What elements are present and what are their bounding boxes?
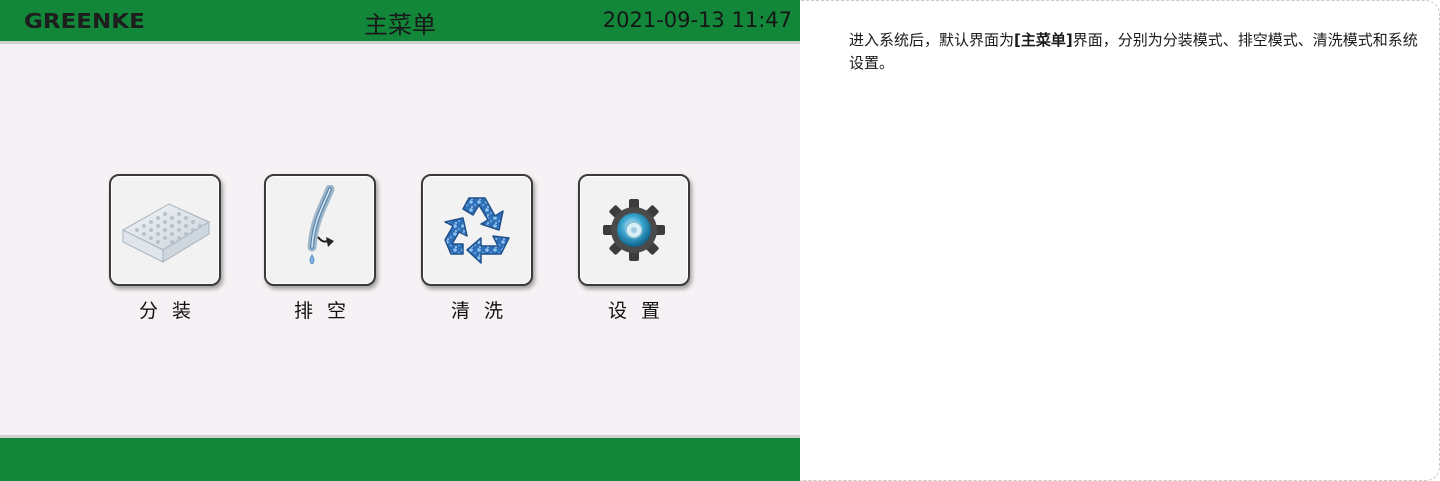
description-text: 进入系统后，默认界面为[主菜单]界面，分别为分装模式、排空模式、清洗模式和系统设… bbox=[849, 29, 1419, 75]
description-panel: 进入系统后，默认界面为[主菜单]界面，分别为分装模式、排空模式、清洗模式和系统设… bbox=[801, 0, 1440, 481]
drain-button[interactable] bbox=[264, 174, 376, 286]
tube-drain-icon bbox=[307, 185, 335, 265]
datetime-display: 2021-09-13 11:47 bbox=[602, 8, 792, 32]
header-bar: GREENKE 主菜单 2021-09-13 11:47 bbox=[0, 0, 800, 44]
drain-label: 排空 bbox=[293, 300, 360, 322]
wash-button[interactable] bbox=[421, 174, 533, 286]
footer-bar bbox=[0, 435, 800, 481]
recycle-icon bbox=[444, 197, 510, 264]
dispense-label: 分装 bbox=[138, 300, 205, 322]
settings-label: 设置 bbox=[607, 300, 674, 322]
settings-button[interactable] bbox=[578, 174, 690, 286]
well-plate-icon bbox=[121, 203, 211, 263]
gear-icon bbox=[603, 199, 665, 261]
description-prefix: 进入系统后，默认界面为 bbox=[849, 31, 1015, 49]
description-highlight: [主菜单] bbox=[1014, 31, 1073, 49]
dispense-button[interactable] bbox=[109, 174, 221, 286]
wash-label: 清洗 bbox=[450, 300, 517, 322]
device-screen: GREENKE 主菜单 2021-09-13 11:47 分装 排空 清洗 设置 bbox=[0, 0, 800, 481]
